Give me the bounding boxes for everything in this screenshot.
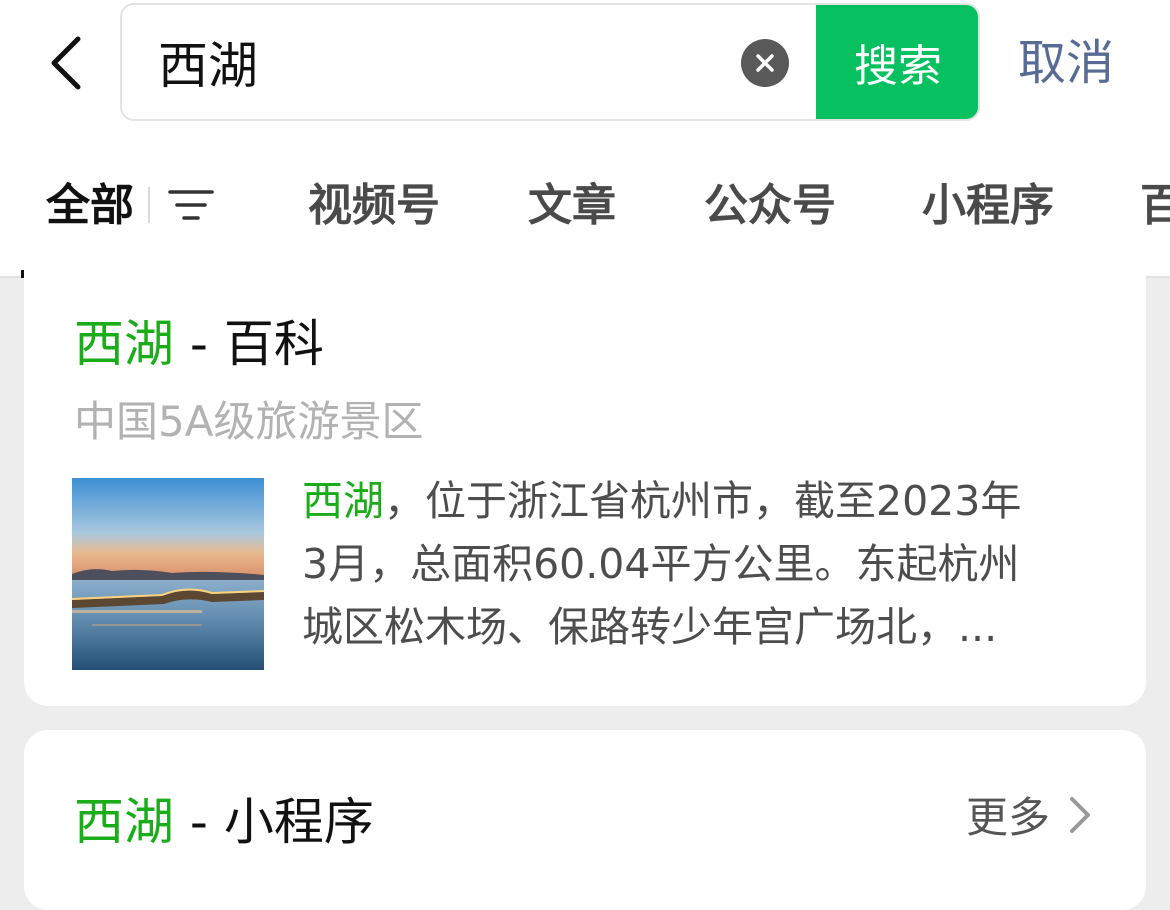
back-button[interactable] [36,30,96,96]
baike-description: 西湖，位于浙江省杭州市，截至2023年 3月，总面积60.04平方公里。东起杭州… [302,470,1102,659]
desc-keyword: 西湖 [302,477,384,525]
desc-line-1-text: ，位于浙江省杭州市，截至2023年 [384,477,1022,525]
back-arrow-icon [51,36,81,90]
tab-baike[interactable]: 百 [1140,178,1170,234]
search-input[interactable] [158,5,718,119]
miniprogram-title-keyword: 西湖 [74,793,174,851]
west-lake-thumbnail[interactable] [72,478,264,670]
baike-card[interactable]: 西湖 - 百科 中国5A级旅游景区 西湖，位于浙江省杭州市，截至2023年 3月… [24,270,1146,706]
more-label: 更多 [965,793,1050,842]
tab-divider [148,187,150,223]
category-tabs: 全部 视频号 文章 公众号 小程序 百 [0,140,1170,278]
chevron-right-icon [1070,796,1090,833]
baike-title-keyword: 西湖 [74,315,174,373]
tab-official-accounts[interactable]: 公众号 [704,178,836,234]
clear-icon [756,54,774,72]
filter-icon[interactable] [168,188,214,222]
clear-button[interactable] [741,39,789,87]
miniprogram-title-suffix: - 小程序 [174,793,374,851]
baike-subtitle: 中国5A级旅游景区 [74,397,424,446]
baike-title-suffix: - 百科 [174,315,324,373]
desc-line-2: 3月，总面积60.04平方公里。东起杭州 [302,540,1020,588]
desc-line-3: 城区松木场、保路转少年宫广场北，... [302,603,998,651]
baike-title[interactable]: 西湖 - 百科 [74,304,324,376]
miniprogram-title: 西湖 - 小程序 [74,782,374,854]
tab-all[interactable]: 全部 [46,178,134,234]
search-box: 搜索 [120,3,980,121]
miniprogram-card: 西湖 - 小程序 更多 [24,730,1146,910]
cancel-button[interactable]: 取消 [1018,30,1114,96]
tab-channels[interactable]: 视频号 [308,178,440,234]
more-button[interactable]: 更多 [966,784,1094,845]
search-button[interactable]: 搜索 [816,5,978,119]
tab-articles[interactable]: 文章 [528,178,616,234]
top-bar: 搜索 取消 [0,0,1170,140]
desc-line-1: 西湖，位于浙江省杭州市，截至2023年 [302,470,1102,533]
tab-mini-programs[interactable]: 小程序 [922,178,1054,234]
